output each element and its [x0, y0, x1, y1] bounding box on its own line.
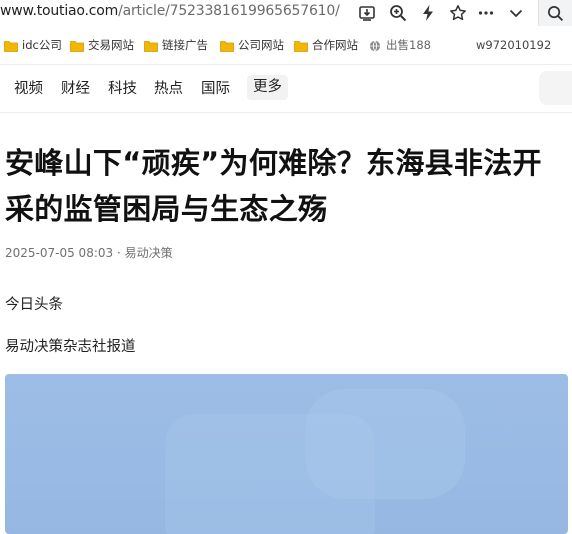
bookmarks-bar: idc公司 交易网站 链接广告 公司网站 合作网站 出售188 w9720101… — [0, 33, 572, 57]
bookmark-label: 合作网站 — [312, 38, 358, 52]
search-button[interactable] — [538, 0, 572, 26]
url-path: /article/7523381619965657610/ — [118, 3, 340, 19]
divider — [0, 112, 572, 113]
folder-icon — [220, 40, 234, 52]
image-shape — [305, 389, 465, 499]
url-host: www.toutiao.com — [0, 3, 119, 19]
bookmark-label: 交易网站 — [88, 38, 134, 52]
folder-icon — [294, 40, 308, 52]
article-title: 安峰山下“顽疾”为何难除？东海县非法开采的监管困局与生态之殇 — [5, 146, 542, 226]
url-field[interactable]: www.toutiao.com/article/7523381619965657… — [0, 3, 340, 19]
nav-item-hot[interactable]: 热点 — [154, 77, 183, 98]
globe-icon — [368, 40, 382, 51]
zoom-icon[interactable] — [387, 2, 409, 24]
nav-item-video[interactable]: 视频 — [14, 77, 43, 98]
bookmark-label: 链接广告 — [162, 38, 208, 52]
bookmark-trade[interactable]: 交易网站 — [70, 33, 134, 57]
nav-more-button[interactable]: 更多 — [247, 75, 288, 100]
nav-item-finance[interactable]: 财经 — [61, 77, 90, 98]
bookmark-sale[interactable]: 出售188 — [368, 33, 431, 57]
folder-icon — [4, 40, 18, 52]
folder-icon — [144, 40, 158, 52]
nav-search-box[interactable] — [539, 71, 572, 105]
bookmark-idc[interactable]: idc公司 — [4, 33, 62, 57]
article-paragraph: 易动决策杂志社报道 — [5, 339, 136, 355]
bookmark-label: idc公司 — [22, 38, 62, 52]
bookmark-partner[interactable]: 合作网站 — [294, 33, 358, 57]
nav-item-world[interactable]: 国际 — [201, 77, 230, 98]
bookmark-label: 公司网站 — [238, 38, 284, 52]
article-meta: 2025-07-05 08:03 · 易动决策 — [5, 246, 173, 260]
bookmark-ads[interactable]: 链接广告 — [144, 33, 208, 57]
nav-item-tech[interactable]: 科技 — [108, 77, 137, 98]
more-icon[interactable] — [475, 2, 497, 24]
address-bar[interactable]: www.toutiao.com/article/7523381619965657… — [0, 0, 572, 26]
folder-icon — [70, 40, 84, 52]
star-icon[interactable] — [447, 2, 469, 24]
bookmark-company[interactable]: 公司网站 — [220, 33, 284, 57]
download-icon[interactable] — [356, 2, 378, 24]
bookmark-user[interactable]: w972010192 — [476, 33, 551, 57]
channel-nav: 视频 财经 科技 热点 国际 更多 — [0, 64, 572, 112]
search-icon — [548, 5, 564, 21]
lightning-icon[interactable] — [417, 2, 439, 24]
article-paragraph: 今日头条 — [5, 297, 63, 313]
bookmark-label: 出售188 — [386, 38, 431, 52]
article-image — [5, 374, 568, 534]
chevron-down-icon[interactable] — [505, 2, 527, 24]
